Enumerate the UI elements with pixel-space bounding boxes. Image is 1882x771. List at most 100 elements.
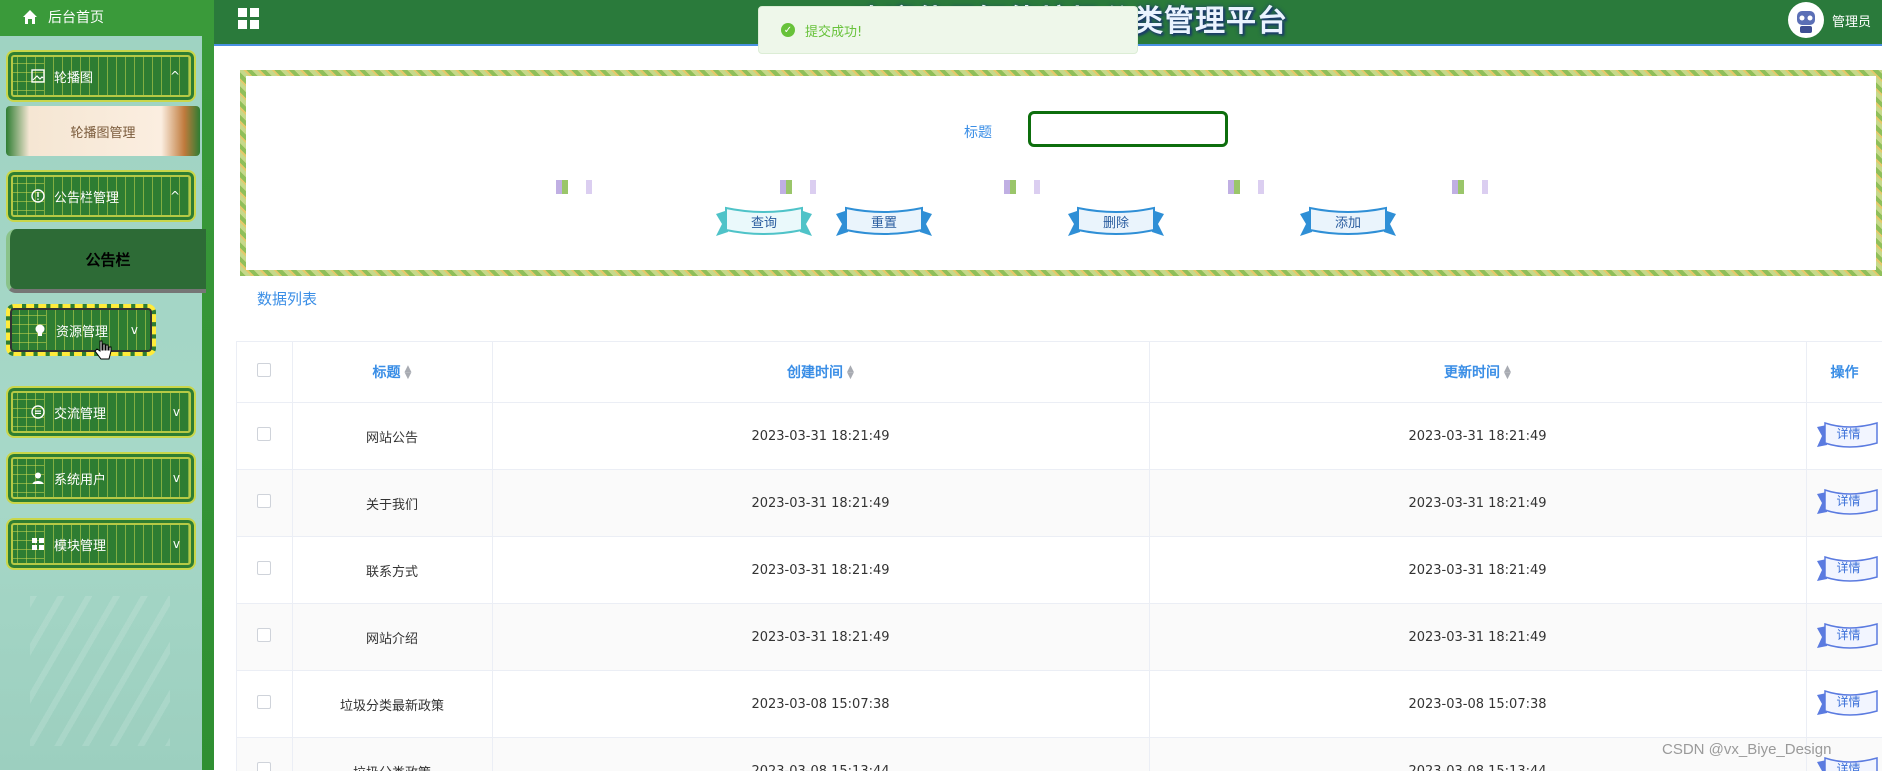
column-header-actions: 操作 (1806, 342, 1882, 403)
menu-group-label: 轮播图 (54, 67, 170, 86)
chevron-down-icon: v (131, 323, 138, 337)
home-link[interactable]: 后台首页 (0, 0, 202, 34)
menu-group-notice[interactable]: 公告栏管理 ^ (6, 170, 196, 222)
search-panel: 标题 查询 重置 删除 添加 (240, 70, 1882, 276)
cell-updated: 2023-03-31 18:21:49 (1149, 470, 1806, 537)
image-icon (30, 68, 46, 84)
cell-created: 2023-03-08 15:13:44 (492, 738, 1149, 771)
user-icon (30, 470, 46, 486)
cell-title: 网站介绍 (292, 604, 492, 671)
row-checkbox[interactable] (257, 628, 271, 642)
success-toast: ✓ 提交成功! (758, 6, 1138, 54)
data-table: 标题▲▼ 创建时间▲▼ 更新时间▲▼ 操作 网站公告 2023-03-31 18… (236, 341, 1882, 771)
query-button-label: 查询 (751, 212, 777, 231)
info-circle-icon (30, 188, 46, 204)
user-name[interactable]: 管理员 (1832, 11, 1871, 30)
menu-group-label: 公告栏管理 (54, 187, 170, 206)
query-button[interactable]: 查询 (716, 204, 812, 238)
robot-avatar-icon (1791, 5, 1821, 35)
chevron-up-icon: ^ (170, 69, 180, 83)
home-icon (22, 9, 38, 25)
cell-updated: 2023-03-08 15:07:38 (1149, 671, 1806, 738)
flower-decoration (526, 180, 1526, 194)
sidebar-item-label: 公告栏 (85, 249, 130, 270)
cell-created: 2023-03-08 15:07:38 (492, 671, 1149, 738)
menu-group-label: 交流管理 (54, 403, 173, 422)
menu-group-carousel[interactable]: 轮播图 ^ (6, 50, 196, 102)
delete-button-label: 删除 (1103, 212, 1129, 231)
reset-button[interactable]: 重置 (836, 204, 932, 238)
detail-button[interactable]: 详情 (1817, 756, 1881, 771)
detail-button[interactable]: 详情 (1817, 488, 1881, 518)
sidebar-item-carousel-manage[interactable]: 轮播图管理 (6, 106, 200, 156)
sidebar-menu: 轮播图 ^ 轮播图管理 公告栏管理 ^ 公告栏 资源管理 v (0, 36, 202, 770)
cell-created: 2023-03-31 18:21:49 (492, 537, 1149, 604)
check-circle-icon: ✓ (781, 23, 795, 37)
sort-icon[interactable]: ▲▼ (847, 366, 854, 380)
sort-icon[interactable]: ▲▼ (1504, 366, 1511, 380)
menu-group-label: 资源管理 (56, 321, 131, 340)
chevron-up-icon: ^ (170, 189, 180, 203)
cell-title: 关于我们 (292, 470, 492, 537)
detail-button[interactable]: 详情 (1817, 689, 1881, 719)
row-checkbox[interactable] (257, 561, 271, 575)
lightbulb-icon (32, 322, 48, 338)
chevron-down-icon: v (173, 405, 180, 419)
watermark: CSDN @vx_Biye_Design (1662, 741, 1831, 758)
cell-created: 2023-03-31 18:21:49 (492, 470, 1149, 537)
cell-created: 2023-03-31 18:21:49 (492, 403, 1149, 470)
menu-group-modules[interactable]: 模块管理 v (6, 518, 196, 570)
data-list-title: 数据列表 (257, 288, 317, 309)
cell-updated: 2023-03-31 18:21:49 (1149, 403, 1806, 470)
select-all-checkbox[interactable] (257, 363, 271, 377)
sidebar: 后台首页 轮播图 ^ 轮播图管理 公告栏管理 ^ 公告栏 (0, 0, 214, 770)
delete-button[interactable]: 删除 (1068, 204, 1164, 238)
row-checkbox[interactable] (257, 695, 271, 709)
detail-button[interactable]: 详情 (1817, 622, 1881, 652)
cell-title: 网站公告 (292, 403, 492, 470)
table-row: 关于我们 2023-03-31 18:21:49 2023-03-31 18:2… (237, 470, 1882, 537)
sidebar-item-label: 轮播图管理 (70, 122, 135, 141)
table-header-row: 标题▲▼ 创建时间▲▼ 更新时间▲▼ 操作 (237, 342, 1882, 403)
select-all-cell (237, 342, 292, 403)
chevron-down-icon: v (173, 537, 180, 551)
hand-cursor-icon (94, 340, 112, 366)
menu-group-communication[interactable]: 交流管理 v (6, 386, 196, 438)
column-header-title[interactable]: 标题▲▼ (292, 342, 492, 403)
sort-icon[interactable]: ▲▼ (405, 366, 412, 380)
sidebar-item-notice-active[interactable]: 公告栏 (6, 229, 206, 293)
menu-group-system-users[interactable]: 系统用户 v (6, 452, 196, 504)
cell-updated: 2023-03-31 18:21:49 (1149, 604, 1806, 671)
cell-title: 垃圾分类政策 (292, 738, 492, 771)
table-row: 垃圾分类最新政策 2023-03-08 15:07:38 2023-03-08 … (237, 671, 1882, 738)
home-link-label: 后台首页 (48, 7, 104, 27)
menu-group-label: 系统用户 (54, 469, 173, 488)
column-header-updated[interactable]: 更新时间▲▼ (1149, 342, 1806, 403)
table-row: 网站公告 2023-03-31 18:21:49 2023-03-31 18:2… (237, 403, 1882, 470)
grid-icon (30, 536, 46, 552)
table-row: 垃圾分类政策 2023-03-08 15:13:44 2023-03-08 15… (237, 738, 1882, 771)
cell-updated: 2023-03-31 18:21:49 (1149, 537, 1806, 604)
grid-menu-icon[interactable] (238, 8, 260, 30)
add-button-label: 添加 (1335, 212, 1361, 231)
chat-icon (30, 404, 46, 420)
table-row: 联系方式 2023-03-31 18:21:49 2023-03-31 18:2… (237, 537, 1882, 604)
avatar[interactable] (1788, 2, 1824, 38)
menu-group-resources[interactable]: 资源管理 v (6, 304, 156, 356)
table-row: 网站介绍 2023-03-31 18:21:49 2023-03-31 18:2… (237, 604, 1882, 671)
row-checkbox[interactable] (257, 427, 271, 441)
menu-group-label: 模块管理 (54, 535, 173, 554)
title-search-input[interactable] (1028, 111, 1228, 147)
title-field-label: 标题 (964, 122, 992, 142)
detail-button[interactable]: 详情 (1817, 555, 1881, 585)
cell-created: 2023-03-31 18:21:49 (492, 604, 1149, 671)
column-header-created[interactable]: 创建时间▲▼ (492, 342, 1149, 403)
toast-message: 提交成功! (805, 21, 862, 40)
cell-title: 联系方式 (292, 537, 492, 604)
chevron-down-icon: v (173, 471, 180, 485)
add-button[interactable]: 添加 (1300, 204, 1396, 238)
row-checkbox[interactable] (257, 494, 271, 508)
cell-title: 垃圾分类最新政策 (292, 671, 492, 738)
reset-button-label: 重置 (871, 212, 897, 231)
detail-button[interactable]: 详情 (1817, 421, 1881, 451)
